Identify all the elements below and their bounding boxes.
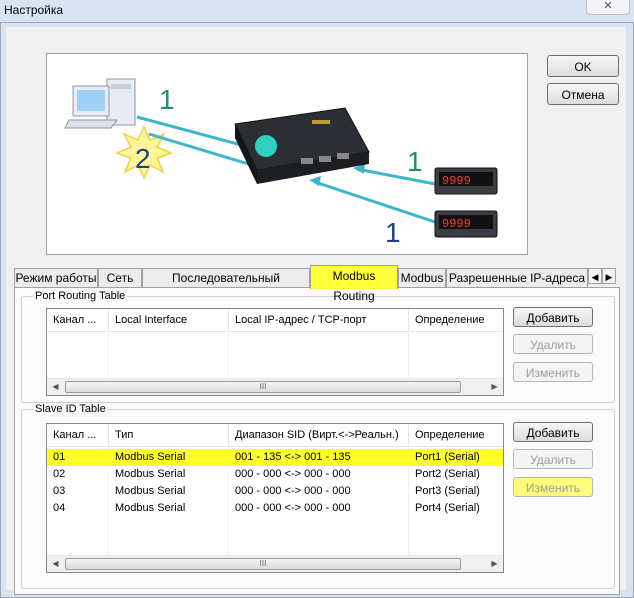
column-header[interactable]: Тип [109,424,229,446]
scroll-thumb[interactable]: III [65,381,461,393]
slave-id-header: Канал ... Тип Диапазон SID (Вирт.<->Реал… [47,424,503,447]
port-routing-header: Канал ... Local Interface Local IP-адрес… [47,309,503,332]
port-routing-title: Port Routing Table [33,290,128,302]
slave-id-hscroll[interactable]: ◀ III ▶ [47,555,503,572]
cell-sid-range: 001 - 135 <-> 001 - 135 [235,451,351,463]
cell-type: Modbus Serial [115,502,186,514]
tab-modbus-routing[interactable]: Modbus Routing [310,265,398,303]
slave-remove-button[interactable]: Удалить [513,449,593,469]
port-routing-list[interactable]: Канал ... Local Interface Local IP-адрес… [46,308,504,396]
computer-icon [64,78,136,129]
diagram-label-1c: 1 [385,217,401,248]
cell-type: Modbus Serial [115,485,186,497]
table-row[interactable]: 03 Modbus Serial 000 - 000 <-> 000 - 000… [47,483,503,500]
port-routing-hscroll[interactable]: ◀ III ▶ [47,378,503,395]
close-button[interactable]: ✕ [586,0,630,15]
tab-scroll-left-icon[interactable]: ◀ [588,268,602,284]
column-header[interactable]: Канал ... [47,309,109,331]
column-header[interactable]: Определение [409,309,503,331]
cell-type: Modbus Serial [115,468,186,480]
table-row[interactable]: 01 Modbus Serial 001 - 135 <-> 001 - 135… [47,449,503,466]
table-row[interactable]: 04 Modbus Serial 000 - 000 <-> 000 - 000… [47,500,503,517]
window-title: Настройка [4,3,64,17]
svg-text:9999: 9999 [442,174,471,188]
scroll-right-icon[interactable]: ▶ [487,557,502,571]
slave-id-list[interactable]: Канал ... Тип Диапазон SID (Вирт.<->Реал… [46,423,504,573]
diagram-illustration: 9999 9999 1 2 1 1 [64,78,498,248]
cell-definition: Port2 (Serial) [415,468,480,480]
column-header[interactable]: Диапазон SID (Вирт.<->Реальн.) [229,424,409,446]
close-icon: ✕ [603,0,613,12]
cell-definition: Port3 (Serial) [415,485,480,497]
column-header[interactable]: Определение [409,424,503,446]
cell-channel: 04 [53,502,66,514]
port-add-button[interactable]: Добавить [513,307,593,327]
port-edit-button[interactable]: Изменить [513,362,593,382]
scroll-right-icon[interactable]: ▶ [487,380,502,394]
cell-definition: Port4 (Serial) [415,502,480,514]
tab-serial-interface[interactable]: Последовательный интерфейс [142,268,310,304]
cell-type: Modbus Serial [115,451,186,463]
slave-id-title: Slave ID Table [33,403,108,415]
column-header[interactable]: Канал ... [47,424,109,446]
cell-sid-range: 000 - 000 <-> 000 - 000 [235,468,351,480]
title-bar: Настройка ✕ [0,0,634,22]
svg-text:9999: 9999 [442,217,471,231]
diagram-label-2: 2 [135,143,151,174]
meter-bottom-icon: 9999 [434,210,498,238]
diagram-label-1a: 1 [159,84,175,115]
column-header[interactable]: Local IP-адрес / TCP-порт [229,309,409,331]
cell-sid-range: 000 - 000 <-> 000 - 000 [235,485,351,497]
column-header[interactable]: Local Interface [109,309,229,331]
ok-button[interactable]: OK [547,55,619,77]
scroll-thumb[interactable]: III [65,558,461,570]
diagram-label-1b: 1 [407,146,423,177]
tab-scroll: ◀ ▶ [588,268,618,285]
moxa-gateway-icon [234,107,370,184]
scroll-left-icon[interactable]: ◀ [48,557,63,571]
cell-channel: 02 [53,468,66,480]
modbus-routing-panel: Port Routing Table Канал ... Local Inter… [14,287,620,595]
table-row[interactable]: 02 Modbus Serial 000 - 000 <-> 000 - 000… [47,466,503,483]
cell-channel: 03 [53,485,66,497]
cell-sid-range: 000 - 000 <-> 000 - 000 [235,502,351,514]
scroll-left-icon[interactable]: ◀ [48,380,63,394]
port-remove-button[interactable]: Удалить [513,334,593,354]
slave-add-button[interactable]: Добавить [513,422,593,442]
tab-network[interactable]: Сеть [98,268,142,287]
cell-channel: 01 [53,451,66,463]
tab-operating-mode[interactable]: Режим работы [14,268,98,287]
tab-scroll-right-icon[interactable]: ▶ [602,268,616,284]
tab-allowed-ip[interactable]: Разрешенные IP-адреса [446,268,588,287]
slave-edit-button[interactable]: Изменить [513,477,593,497]
cell-definition: Port1 (Serial) [415,451,480,463]
tab-modbus[interactable]: Modbus [398,268,446,287]
meter-top-icon: 9999 [434,167,498,195]
cancel-button[interactable]: Отмена [547,83,619,105]
network-diagram: 9999 9999 1 2 1 1 [46,53,528,255]
